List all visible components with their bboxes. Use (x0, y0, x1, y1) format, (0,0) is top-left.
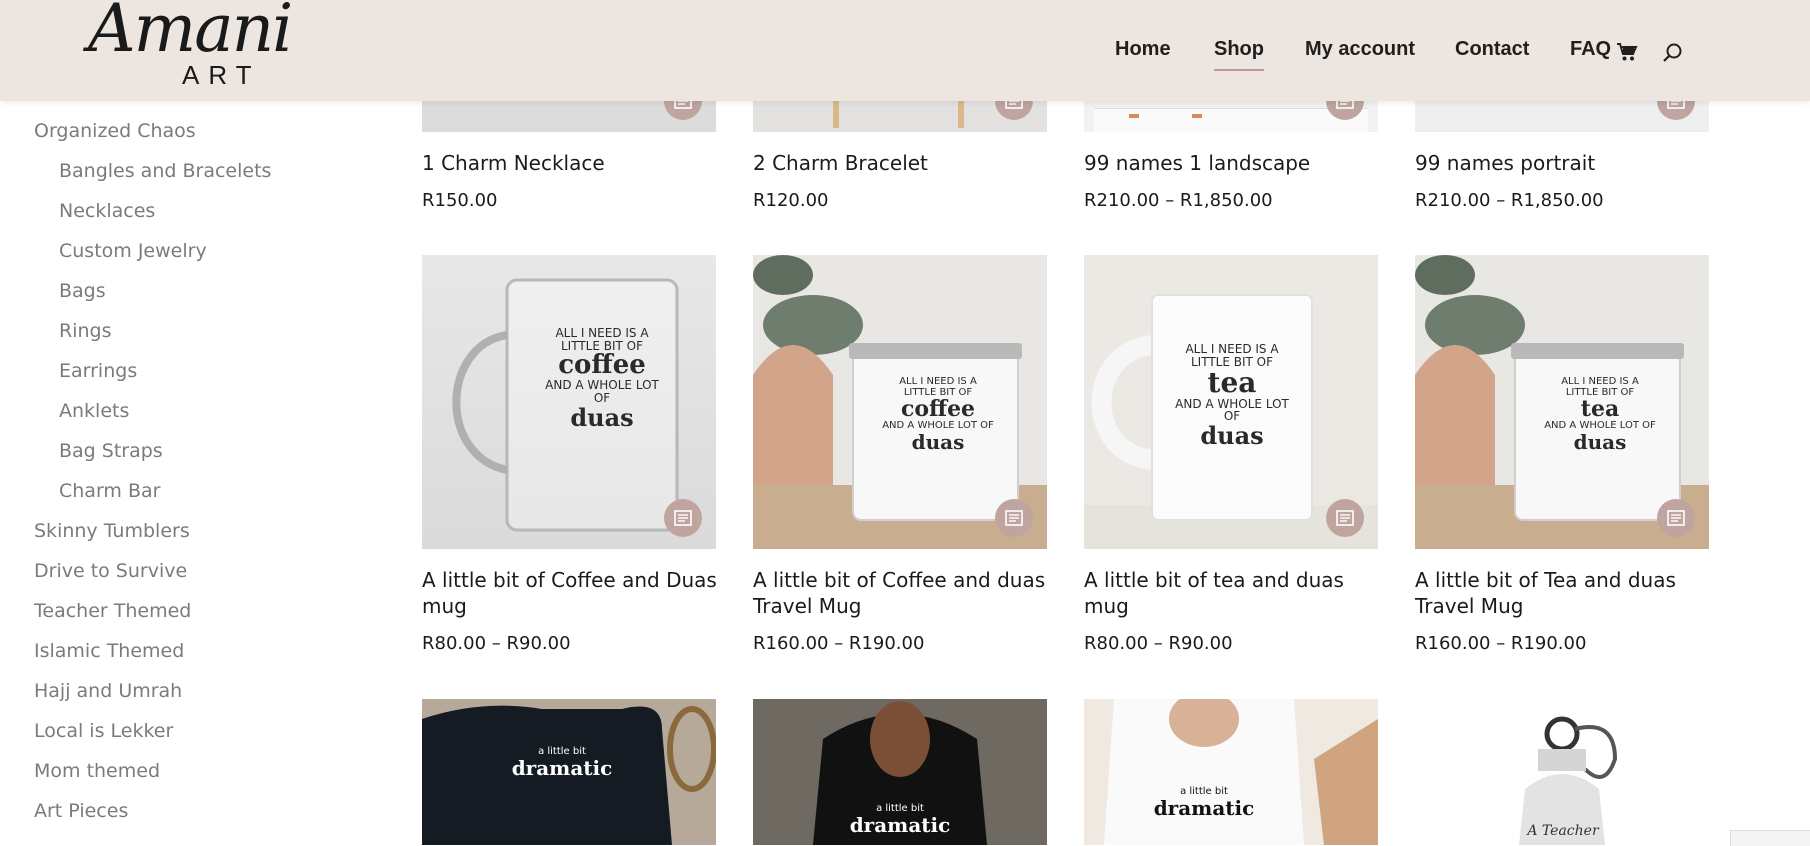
category-bags[interactable]: Bags (59, 280, 106, 302)
product-name[interactable]: A little bit of Tea and duas Travel Mug (1415, 567, 1715, 619)
nav-contact[interactable]: Contact (1455, 38, 1529, 61)
mug-text-line: ALL I NEED IS A (555, 326, 649, 340)
search-icon[interactable] (1662, 42, 1684, 64)
recaptcha-badge[interactable] (1730, 830, 1810, 846)
category-charm-bar[interactable]: Charm Bar (59, 480, 160, 502)
product-price: R80.00 – R90.00 (422, 633, 571, 654)
product-price: R120.00 (753, 190, 829, 211)
quick-view-button[interactable] (664, 499, 702, 537)
mug-text-line: ALL I NEED IS A (1561, 376, 1639, 387)
list-icon (1336, 510, 1354, 526)
mug-text-line: duas (1573, 429, 1627, 454)
mug-text-line: coffee (900, 396, 976, 422)
category-sidebar: Organized Chaos Bangles and Bracelets Ne… (0, 101, 360, 845)
product-name[interactable]: 1 Charm Necklace (422, 150, 722, 176)
category-islamic-themed[interactable]: Islamic Themed (34, 640, 184, 662)
nav-faq[interactable]: FAQ (1570, 38, 1611, 61)
category-organized-chaos[interactable]: Organized Chaos (34, 120, 196, 142)
category-necklaces[interactable]: Necklaces (59, 200, 155, 222)
category-hajj-and-umrah[interactable]: Hajj and Umrah (34, 680, 182, 702)
product-name[interactable]: 99 names portrait (1415, 150, 1715, 176)
shirt-text-big: dramatic (849, 812, 951, 837)
mug-text-line: duas (1200, 420, 1264, 450)
product-price: R160.00 – R190.00 (1415, 633, 1587, 654)
nav-shop[interactable]: Shop (1214, 38, 1264, 71)
bottle-text: A Teacher (1527, 823, 1599, 839)
category-anklets[interactable]: Anklets (59, 400, 129, 422)
product-image[interactable]: a little bit dramatic (422, 699, 716, 845)
category-mom-themed[interactable]: Mom themed (34, 760, 160, 782)
product-name[interactable]: A little bit of tea and duas mug (1084, 567, 1384, 619)
product-name[interactable]: 2 Charm Bracelet (753, 150, 1053, 176)
mug-text-line: coffee (558, 350, 646, 381)
quick-view-button[interactable] (995, 499, 1033, 537)
product-price: R210.00 – R1,850.00 (1084, 190, 1273, 211)
product-image[interactable]: a little bit dramatic (753, 699, 1047, 845)
cart-icon[interactable] (1616, 42, 1638, 62)
mug-text-line: duas (911, 429, 965, 454)
category-teacher-themed[interactable]: Teacher Themed (34, 600, 191, 622)
site-header: Amani ART Home Shop My account Contact F… (0, 0, 1810, 101)
category-drive-to-survive[interactable]: Drive to Survive (34, 560, 187, 582)
product-image[interactable]: a little bit dramatic (1084, 699, 1378, 845)
main-nav: Home Shop My account Contact FAQ (0, 38, 1810, 71)
mug-text-line: ALL I NEED IS A (899, 376, 977, 387)
category-local-is-lekker[interactable]: Local is Lekker (34, 720, 173, 742)
category-skinny-tumblers[interactable]: Skinny Tumblers (34, 520, 190, 542)
product-image[interactable]: A Teacher (1415, 699, 1709, 845)
product-price: R160.00 – R190.00 (753, 633, 925, 654)
mug-text-line: duas (570, 402, 634, 432)
category-custom-jewelry[interactable]: Custom Jewelry (59, 240, 207, 262)
category-rings[interactable]: Rings (59, 320, 111, 342)
category-art-pieces[interactable]: Art Pieces (34, 800, 128, 822)
mug-text-line: tea (1207, 366, 1257, 400)
product-price: R210.00 – R1,850.00 (1415, 190, 1604, 211)
category-bag-straps[interactable]: Bag Straps (59, 440, 163, 462)
nav-my-account[interactable]: My account (1305, 38, 1415, 61)
list-icon (1667, 510, 1685, 526)
tshirt-illustration (1104, 699, 1378, 845)
product-price: R150.00 (422, 190, 498, 211)
list-icon (674, 510, 692, 526)
mug-text-line: AND A WHOLE LOT OF (545, 378, 659, 406)
nav-home[interactable]: Home (1115, 38, 1171, 61)
list-icon (1005, 510, 1023, 526)
mug-text-line: AND A WHOLE LOT OF (1175, 396, 1289, 424)
quick-view-button[interactable] (1657, 499, 1695, 537)
product-name[interactable]: A little bit of Coffee and duas Travel M… (753, 567, 1053, 619)
product-name[interactable]: 99 names 1 landscape (1084, 150, 1384, 176)
shirt-text-big: dramatic (511, 755, 613, 780)
category-earrings[interactable]: Earrings (59, 360, 137, 382)
product-price: R80.00 – R90.00 (1084, 633, 1233, 654)
mug-text-line: tea (1580, 396, 1620, 422)
category-bangles-and-bracelets[interactable]: Bangles and Bracelets (59, 160, 271, 182)
product-name[interactable]: A little bit of Coffee and Duas mug (422, 567, 722, 619)
mug-text-line: ALL I NEED IS A (1185, 342, 1279, 356)
shirt-text-big: dramatic (1153, 795, 1255, 820)
quick-view-button[interactable] (1326, 499, 1364, 537)
